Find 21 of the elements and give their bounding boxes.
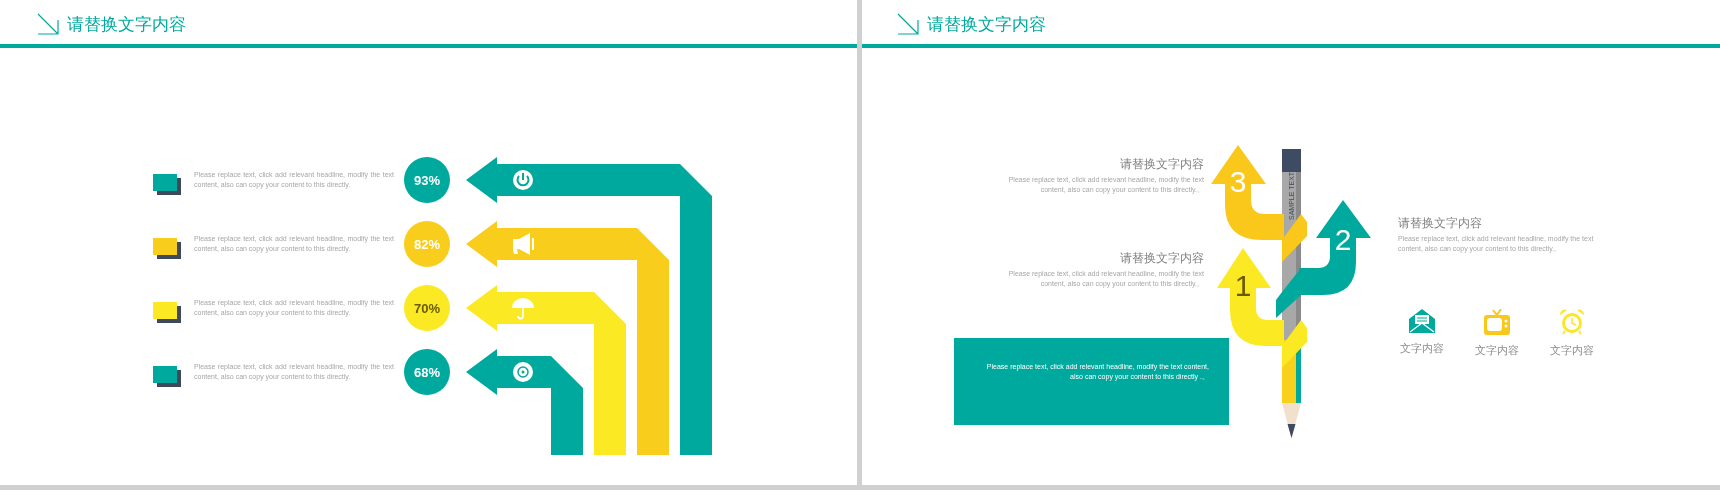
step-number: 2: [1334, 223, 1352, 256]
icon-label: 文字内容: [1550, 343, 1594, 358]
disc-icon: [513, 362, 533, 382]
note-heading: 请替换文字内容: [1120, 156, 1204, 173]
percent-circle: 70%: [404, 285, 450, 331]
umbrella-icon: [512, 298, 534, 320]
icon-label: 文字内容: [1475, 343, 1519, 358]
slide-title: 请替换文字内容: [927, 12, 1046, 36]
slide-title: 请替换文字内容: [67, 12, 186, 36]
percent-circle: 82%: [404, 221, 450, 267]
icon-label: 文字内容: [1400, 341, 1444, 356]
arrow-icon: [897, 13, 919, 35]
step-number: 1: [1234, 269, 1252, 302]
megaphone-icon: [513, 233, 534, 255]
note-heading: 请替换文字内容: [1398, 215, 1482, 232]
arrow-icon: [37, 13, 59, 35]
note-heading: 请替换文字内容: [1120, 250, 1204, 267]
power-icon: [513, 170, 533, 190]
percent-circle: 68%: [404, 349, 450, 395]
percent-circle: 93%: [404, 157, 450, 203]
step-number: 3: [1229, 165, 1247, 198]
